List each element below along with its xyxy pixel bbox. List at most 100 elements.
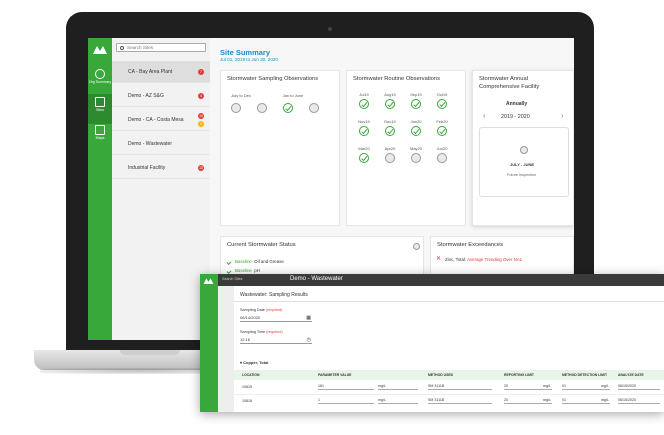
clock-icon[interactable]: ◷	[307, 336, 311, 344]
input-value: 06/14/2020	[240, 315, 261, 320]
method-select[interactable]: SM 3111B	[428, 382, 492, 390]
site-name: Demo - AZ S&G	[128, 93, 164, 99]
sampling-time-input[interactable]: 12:16 ◷	[240, 336, 312, 344]
alert-count-badge: 10	[198, 113, 204, 119]
input-value: 161	[318, 384, 324, 388]
input-value: 1	[318, 398, 320, 402]
input-value: 01	[562, 398, 566, 402]
input-value: 20	[504, 384, 508, 388]
reporting-limit-input[interactable]: 20 mg/L	[504, 382, 552, 390]
column-header: ANALYZE DATE	[618, 373, 644, 377]
select-value: mg/L	[378, 384, 386, 388]
reporting-limit-input[interactable]: 20 mg/L	[504, 396, 552, 404]
status-tag: Baseline	[235, 268, 252, 273]
year-label: 2019 - 2020	[501, 114, 530, 120]
nav-sites[interactable]: Sites	[88, 94, 112, 124]
site-item[interactable]: Demo - Wastewater	[112, 133, 210, 155]
unit-select[interactable]: mg/L	[378, 382, 418, 390]
mdl-input[interactable]: 01 mg/L	[562, 396, 610, 404]
observation-status-complete[interactable]	[437, 99, 447, 109]
chevron-left-icon[interactable]: ‹	[483, 111, 486, 120]
period-label: JULY - JUNE	[510, 162, 535, 167]
observation-status-empty[interactable]	[385, 153, 395, 163]
method-select[interactable]: SM 3111B	[428, 396, 492, 404]
observation-status-complete[interactable]	[359, 153, 369, 163]
observation-status-empty[interactable]	[411, 153, 421, 163]
annual-comprehensive-card: Stormwater Annual Comprehensive Facility…	[472, 70, 574, 226]
laptop-camera	[328, 27, 332, 31]
map-icon	[95, 125, 105, 135]
sampling-date-input[interactable]: 06/14/2020 ▦	[240, 314, 312, 322]
unit-label: mg/L	[543, 384, 551, 388]
inspection-tile[interactable]: JULY - JUNE Future inspection	[479, 127, 569, 197]
frequency-label: Annually	[506, 101, 528, 107]
observation-status-empty[interactable]	[309, 103, 319, 113]
section-label: Copper, Total	[243, 360, 269, 365]
calendar-icon[interactable]: ▦	[306, 314, 311, 322]
nav-label: Org Summary	[88, 80, 112, 84]
status-text: Oil and Grease	[254, 259, 284, 264]
site-name: Demo - Wastewater	[128, 141, 172, 147]
site-item[interactable]: Demo - CA - Costa Mesa 10 2	[112, 109, 210, 131]
chevron-right-icon[interactable]: ›	[561, 111, 564, 120]
close-icon: ✕	[436, 256, 442, 262]
card-title-line2: Comprehensive Facility	[479, 84, 540, 90]
input-value: 06/15/2020	[618, 398, 636, 402]
date-range: Jul 01, 2019 to Jun 30, 2020	[220, 57, 278, 62]
unit-select[interactable]: mg/L	[378, 396, 418, 404]
analyze-date-input[interactable]: 06/15/2020	[618, 382, 660, 390]
input-value: 01	[562, 384, 566, 388]
brand-logo-icon	[93, 46, 107, 54]
analyze-date-input[interactable]: 06/15/2020	[618, 396, 660, 404]
sampling-results-panel: Wastewater: Sampling Results Sampling Da…	[234, 286, 664, 412]
exceedance-text: Average Trending Over NAL	[467, 257, 523, 262]
alert-count-badge: 4	[198, 93, 204, 99]
observation-status-empty[interactable]	[231, 103, 241, 113]
observation-status-empty[interactable]	[257, 103, 267, 113]
parameter-value-input[interactable]: 1	[318, 396, 374, 404]
site-item[interactable]: Industrial Facility 13	[112, 157, 210, 179]
card-title: Stormwater Routine Observations	[353, 76, 440, 82]
observation-status-complete[interactable]	[359, 99, 369, 109]
info-icon[interactable]	[413, 243, 420, 250]
building-icon	[95, 97, 105, 107]
site-item[interactable]: Demo - AZ S&G 4	[112, 85, 210, 107]
sampling-time-label: Sampling Time (required)	[240, 330, 283, 334]
mdl-input[interactable]: 01 mg/L	[562, 382, 610, 390]
overlay-sites-list	[218, 274, 234, 412]
observation-status-complete[interactable]	[385, 126, 395, 136]
observation-status-complete[interactable]	[359, 126, 369, 136]
nav-label: Sites	[96, 108, 104, 112]
observation-status-empty[interactable]	[437, 153, 447, 163]
column-header: METHOD USED	[428, 373, 454, 377]
parameter-section-title[interactable]: ▾ Copper, Total	[240, 360, 268, 365]
column-header: PARAMETER VALUE	[318, 373, 352, 377]
divider	[234, 301, 664, 302]
column-header: METHOD DETECTION LIMIT	[562, 373, 608, 377]
nav-label: Maps	[95, 136, 105, 140]
period-label: July to Dec	[231, 93, 251, 98]
parameter-value-input[interactable]: 161	[318, 382, 374, 390]
period-label: Jan to June	[282, 93, 304, 98]
site-name: Demo - CA - Costa Mesa	[128, 117, 184, 123]
sites-list: Search Sites CA - Bay Area Plant 7 Demo …	[112, 38, 210, 340]
observation-status-complete[interactable]	[385, 99, 395, 109]
status-row: Baseline Oil and Grease	[235, 259, 284, 264]
select-value: SM 3111B	[428, 384, 445, 388]
observation-status-complete[interactable]	[411, 126, 421, 136]
overlay-header: Search Sites Demo - Wastewater	[218, 274, 664, 286]
site-item[interactable]: CA - Bay Area Plant 7	[112, 61, 210, 83]
observation-status-complete[interactable]	[283, 103, 293, 113]
unit-label: mg/L	[601, 384, 609, 388]
observation-status-complete[interactable]	[437, 126, 447, 136]
month-label: Feb20	[436, 119, 448, 124]
input-value: 20	[504, 398, 508, 402]
search-placeholder[interactable]: Search Sites	[222, 277, 242, 281]
warning-count-badge: 2	[198, 121, 204, 127]
nav-maps[interactable]: Maps	[88, 122, 112, 152]
nav-org-summary[interactable]: Org Summary	[88, 66, 112, 96]
month-label: Jun20	[436, 146, 448, 151]
observation-status-complete[interactable]	[411, 99, 421, 109]
laptop-hinge-notch	[120, 350, 180, 355]
site-search-input[interactable]: Search Sites	[116, 43, 206, 52]
